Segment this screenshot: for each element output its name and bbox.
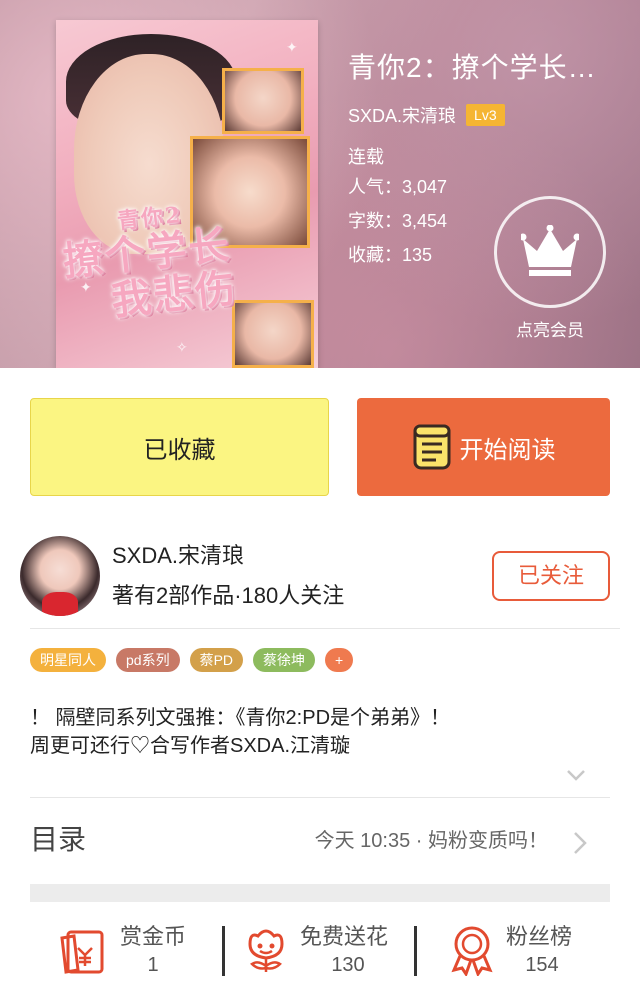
- reward-coins-button[interactable]: 赏金币 1: [60, 920, 200, 984]
- vertical-divider: [414, 926, 417, 976]
- add-tag-button[interactable]: +: [325, 648, 354, 672]
- word-count-value: 3,454: [402, 211, 448, 231]
- popularity-stat: 人气：3,047: [348, 170, 628, 204]
- favorited-label: 已收藏: [143, 436, 216, 464]
- start-reading-button[interactable]: 开始阅读: [357, 398, 610, 496]
- sparkle-icon: ✦: [286, 40, 298, 56]
- start-reading-label: 开始阅读: [459, 436, 556, 464]
- fan-ranking-button[interactable]: 粉丝榜 154: [446, 920, 606, 984]
- author-avatar[interactable]: [20, 536, 100, 616]
- book-header: 青你2 撩个学长 我悲伤 ✦ ✦ ✧ 青你2：撩个学长… SXDA.宋清琅 Lv…: [0, 0, 640, 368]
- vip-button[interactable]: [494, 196, 606, 308]
- ribbon-badge-icon: [451, 926, 493, 976]
- catalog-label[interactable]: 目录: [30, 820, 86, 860]
- favorites-label: 收藏：: [348, 245, 402, 265]
- reward-coins-value: 1: [147, 954, 159, 976]
- favorites-value: 135: [402, 245, 433, 265]
- book-author[interactable]: SXDA.宋清琅: [348, 102, 456, 128]
- description-line: 周更可还行♡合写作者SXDA.江清璇: [30, 735, 351, 757]
- send-flowers-label: 免费送花: [300, 924, 389, 949]
- vip-label: 点亮会员: [516, 321, 584, 340]
- reward-coins-label: 赏金币: [120, 924, 187, 949]
- section-separator: [30, 884, 610, 902]
- sparkle-icon: ✧: [176, 340, 188, 356]
- book-description: ！ 隔壁同系列文强推：《青你2:PD是个弟弟》！ 周更可还行♡合写作者SXDA.…: [30, 704, 620, 760]
- word-count-label: 字数：: [348, 211, 402, 231]
- cover-title-art: 青你2 撩个学长 我悲伤: [58, 194, 269, 334]
- tag-chip[interactable]: pd系列: [116, 648, 180, 672]
- divider: [30, 797, 610, 798]
- serial-status: 连载: [348, 147, 384, 167]
- send-flowers-value: 130: [331, 954, 365, 976]
- book-title: 青你2：撩个学长…: [348, 52, 597, 83]
- divider: [30, 628, 620, 629]
- fan-ranking-label: 粉丝榜: [506, 924, 573, 949]
- popularity-label: 人气：: [348, 177, 402, 197]
- red-envelope-icon: [60, 930, 104, 974]
- tag-chip[interactable]: 蔡PD: [189, 648, 244, 672]
- level-badge: Lv3: [466, 104, 505, 126]
- latest-chapter[interactable]: 今天 10:35 · 妈粉变质吗！: [315, 826, 548, 856]
- send-flowers-button[interactable]: 免费送花 130: [240, 920, 410, 984]
- cover-photo-frame: [222, 68, 304, 134]
- tag-chip[interactable]: 明星同人: [30, 648, 106, 672]
- following-button[interactable]: 已关注: [492, 551, 610, 601]
- popularity-value: 3,047: [402, 177, 448, 197]
- favorited-button[interactable]: 已收藏: [30, 398, 329, 496]
- book-cover[interactable]: 青你2 撩个学长 我悲伤 ✦ ✦ ✧: [56, 20, 318, 368]
- description-line: ！ 隔壁同系列文强推：《青你2:PD是个弟弟》！: [30, 707, 451, 729]
- author-meta: 著有2部作品·180人关注: [112, 583, 345, 608]
- crown-icon: [521, 225, 579, 276]
- chevron-right-icon[interactable]: [570, 828, 590, 858]
- author-row: SXDA.宋清琅 Lv3: [348, 102, 628, 128]
- chevron-down-icon[interactable]: [564, 766, 588, 784]
- sparkle-icon: ✦: [80, 280, 92, 296]
- flower-icon: [248, 929, 284, 972]
- fan-ranking-value: 154: [525, 954, 559, 976]
- author-name[interactable]: SXDA.宋清琅: [112, 540, 244, 572]
- book-icon: [413, 424, 450, 470]
- tag-chip[interactable]: 蔡徐坤: [253, 648, 316, 672]
- tag-list: 明星同人 pd系列 蔡PD 蔡徐坤 +: [30, 648, 363, 672]
- vertical-divider: [222, 926, 225, 976]
